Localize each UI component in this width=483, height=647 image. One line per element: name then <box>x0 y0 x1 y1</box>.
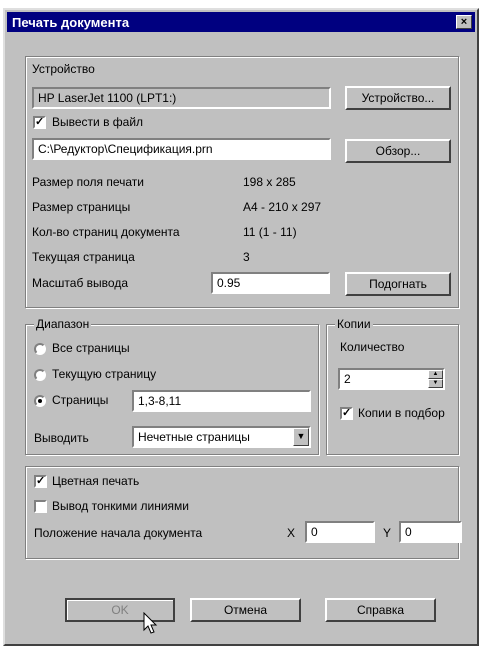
color-print-checkbox[interactable]: ✓ <box>34 475 47 488</box>
dialog-title: Печать документа <box>12 15 130 30</box>
scale-input[interactable]: 0.95 <box>211 272 330 294</box>
print-area-label: Размер поля печати <box>32 175 144 189</box>
all-pages-label: Все страницы <box>52 341 130 355</box>
all-pages-radio[interactable] <box>34 343 46 355</box>
page-size-value: A4 - 210 x 297 <box>243 200 322 214</box>
range-group-label: Диапазон <box>34 317 92 331</box>
pages-radio-label: Страницы <box>52 393 109 407</box>
page-count-value: 11 (1 - 11) <box>243 225 297 239</box>
title-bar: Печать документа × <box>7 12 475 32</box>
pages-radio[interactable] <box>34 395 46 407</box>
output-to-file-label: Вывести в файл <box>52 115 144 129</box>
thin-lines-checkbox[interactable] <box>34 500 47 513</box>
close-button[interactable]: × <box>456 15 472 29</box>
help-button[interactable]: Справка <box>325 598 436 622</box>
y-label: Y <box>383 526 392 540</box>
device-button[interactable]: Устройство... <box>345 86 451 110</box>
mouse-cursor-icon <box>143 612 158 634</box>
output-label: Выводить <box>34 431 89 445</box>
print-area-value: 198 x 285 <box>243 175 296 189</box>
print-dialog: Печать документа × Устройство HP LaserJe… <box>3 8 479 646</box>
fit-button[interactable]: Подогнать <box>345 272 451 296</box>
x-input[interactable]: 0 <box>305 521 375 543</box>
color-print-label: Цветная печать <box>52 474 140 488</box>
pages-radio-dot <box>38 399 42 403</box>
current-page-radio-label: Текущую страницу <box>52 367 157 381</box>
scale-label: Масштаб вывода <box>32 276 128 290</box>
spin-down-icon[interactable]: ▼ <box>428 379 443 388</box>
output-select[interactable]: Нечетные страницы ▼ <box>132 426 311 448</box>
page-size-label: Размер страницы <box>32 200 131 214</box>
collate-label: Копии в подбор <box>358 406 445 420</box>
collate-checkbox[interactable]: ✓ <box>340 407 353 420</box>
copies-count-value: 2 <box>344 372 351 386</box>
pages-input[interactable]: 1,3-8,11 <box>132 390 311 412</box>
printer-name-field: HP LaserJet 1100 (LPT1:) <box>32 87 331 109</box>
copies-count-label: Количество <box>340 340 405 354</box>
output-select-value: Нечетные страницы <box>138 430 250 444</box>
current-page-label: Текущая страница <box>32 250 135 264</box>
y-input[interactable]: 0 <box>399 521 462 543</box>
output-to-file-checkbox[interactable]: ✓ <box>33 116 46 129</box>
chevron-down-icon[interactable]: ▼ <box>293 428 309 446</box>
page-count-label: Кол-во страниц документа <box>32 225 180 239</box>
current-page-radio[interactable] <box>34 369 46 381</box>
cancel-button[interactable]: Отмена <box>190 598 301 622</box>
current-page-value: 3 <box>243 250 250 264</box>
browse-button[interactable]: Обзор... <box>345 139 451 163</box>
copies-group-label: Копии <box>335 317 373 331</box>
thin-lines-label: Вывод тонкими линиями <box>52 499 190 513</box>
device-group-label: Устройство <box>32 62 95 76</box>
origin-label: Положение начала документа <box>34 526 203 540</box>
copies-count-input[interactable]: 2 ▲ ▼ <box>338 368 445 390</box>
x-label: X <box>287 526 296 540</box>
spin-up-icon[interactable]: ▲ <box>428 370 443 379</box>
file-path-input[interactable]: C:\Редуктор\Спецификация.prn <box>32 138 331 160</box>
